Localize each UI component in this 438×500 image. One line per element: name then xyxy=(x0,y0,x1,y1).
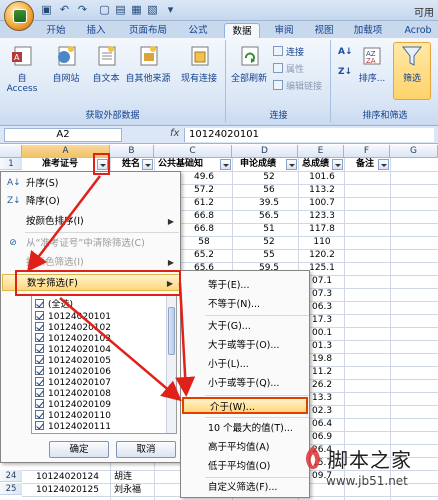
annotation-arrows xyxy=(26,175,196,402)
annotation-arrow xyxy=(175,282,196,397)
watermark-url: www.jb51.net xyxy=(326,474,408,488)
watermark: 脚本之家 www.jb51.net xyxy=(300,442,438,500)
watermark-logo-icon xyxy=(305,446,320,469)
annotation-arrow xyxy=(59,297,182,402)
watermark-title: 脚本之家 xyxy=(328,448,412,472)
annotation-arrow xyxy=(26,175,101,272)
excel-logo-icon xyxy=(13,9,27,23)
office-button[interactable] xyxy=(4,1,34,31)
